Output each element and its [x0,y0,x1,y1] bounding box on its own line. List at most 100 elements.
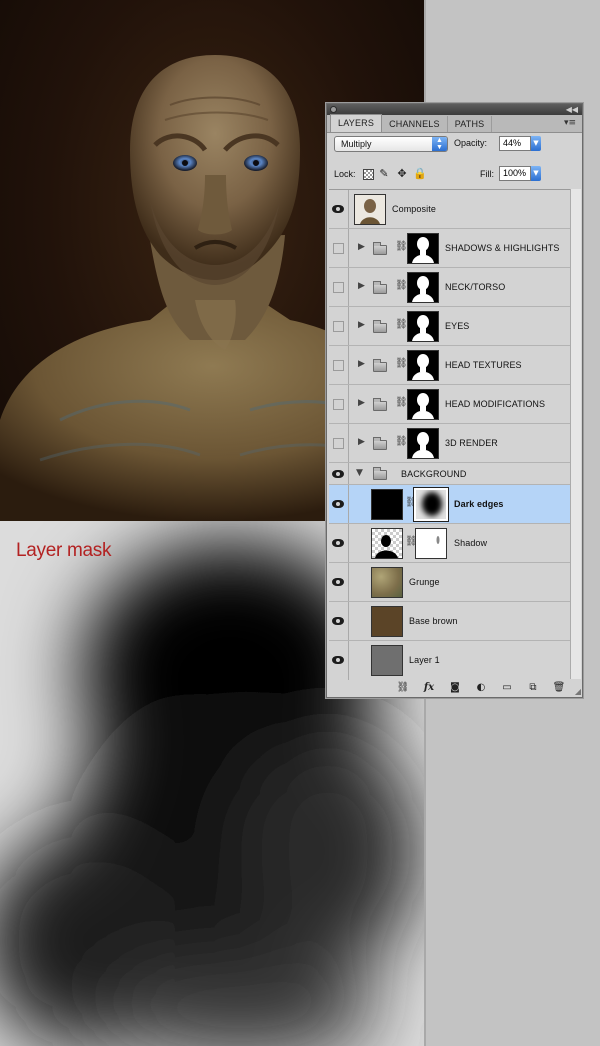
fill-dropdown-icon[interactable]: ▼ [531,166,541,181]
tab-layers[interactable]: LAYERS [330,114,383,132]
link-icon[interactable]: ⛓ [395,319,408,330]
layer-row-group-open[interactable]: ▼ BACKGROUND [329,463,570,485]
visibility-toggle[interactable] [333,360,344,371]
eye-icon[interactable] [332,470,344,478]
panel-collapse-icon[interactable]: ◀◀ [566,104,578,115]
layer-row-layer-1[interactable]: Layer 1 [329,641,570,680]
layer-thumbnail[interactable] [371,489,403,520]
layer-row-group[interactable]: ▶ ⛓ HEAD MODIFICATIONS [329,385,570,424]
eye-icon[interactable] [332,656,344,664]
adjustment-layer-icon[interactable]: ◐ [468,682,494,693]
expand-triangle-icon[interactable]: ▶ [358,242,365,252]
visibility-cell[interactable] [329,424,349,462]
layer-name: EYES [445,321,470,331]
layer-name: Grunge [409,577,440,587]
eye-icon[interactable] [332,205,344,213]
visibility-toggle[interactable] [333,243,344,254]
visibility-cell[interactable] [329,602,349,640]
lock-label: Lock: [334,169,356,179]
layer-row-composite[interactable]: Composite [329,190,570,229]
visibility-cell[interactable] [329,307,349,345]
new-layer-icon[interactable]: ⧉ [520,682,546,693]
layer-row-group[interactable]: ▶ ⛓ EYES [329,307,570,346]
panel-menu-icon[interactable]: ▾≡ [564,118,576,128]
layer-thumbnail[interactable] [371,567,403,598]
link-icon[interactable]: ⛓ [395,397,408,408]
visibility-toggle[interactable] [333,438,344,449]
visibility-cell[interactable] [329,190,349,228]
layer-row-base-brown[interactable]: Base brown [329,602,570,641]
visibility-cell[interactable] [329,485,349,523]
lock-move-icon[interactable]: ✥ [395,167,409,181]
mask-thumbnail[interactable] [407,233,439,264]
visibility-cell[interactable] [329,385,349,423]
layer-row-group[interactable]: ▶ ⛓ NECK/TORSO [329,268,570,307]
layer-row-grunge[interactable]: Grunge [329,563,570,602]
expand-triangle-icon[interactable]: ▶ [358,281,365,291]
visibility-cell[interactable] [329,524,349,562]
mask-thumbnail[interactable] [407,272,439,303]
layer-name: SHADOWS & HIGHLIGHTS [445,243,560,253]
layers-scrollbar[interactable] [570,189,581,679]
expand-triangle-icon[interactable]: ▶ [358,398,365,408]
link-icon[interactable]: ⛓ [395,436,408,447]
visibility-cell[interactable] [329,346,349,384]
collapse-triangle-icon[interactable]: ▼ [356,468,363,478]
mask-thumbnail[interactable] [413,487,449,522]
layer-row-group[interactable]: ▶ ⛓ 3D RENDER [329,424,570,463]
mask-thumbnail[interactable] [407,428,439,459]
eye-icon[interactable] [332,539,344,547]
panel-footer: ⛓ fx ◙ ◐ ▭ ⧉ 🗑 [329,680,580,695]
visibility-cell[interactable] [329,463,349,484]
layer-thumbnail[interactable] [371,606,403,637]
opacity-dropdown-icon[interactable]: ▼ [531,136,541,151]
visibility-cell[interactable] [329,268,349,306]
fill-field[interactable]: 100% [499,166,531,181]
visibility-toggle[interactable] [333,282,344,293]
blend-mode-select[interactable]: Multiply ▲ ▼ [334,136,448,152]
expand-triangle-icon[interactable]: ▶ [358,437,365,447]
eye-icon[interactable] [332,617,344,625]
link-layers-icon[interactable]: ⛓ [390,682,416,693]
link-icon[interactable]: ⛓ [395,280,408,291]
link-icon[interactable]: ⛓ [395,358,408,369]
layer-thumbnail[interactable] [371,528,403,559]
lock-row: Lock: ✎ ✥ 🔒 Fill: 100% ▼ [334,166,576,184]
lock-brush-icon[interactable]: ✎ [377,167,391,181]
layer-row-shadow[interactable]: ⛓ Shadow [329,524,570,563]
trash-icon[interactable]: 🗑 [546,682,572,693]
eye-icon[interactable] [332,500,344,508]
layer-thumbnail[interactable] [371,645,403,676]
mask-thumbnail[interactable] [407,389,439,420]
layer-thumbnail [354,194,386,225]
mask-thumbnail[interactable] [407,350,439,381]
visibility-cell[interactable] [329,563,349,601]
layer-row-group[interactable]: ▶ ⛓ SHADOWS & HIGHLIGHTS [329,229,570,268]
lock-all-icon[interactable]: 🔒 [413,167,427,181]
visibility-cell[interactable] [329,229,349,267]
resize-grip-icon[interactable]: ◢ [575,687,581,696]
panel-close-icon[interactable] [330,106,337,113]
lock-transparency-icon[interactable] [363,169,374,180]
new-group-icon[interactable]: ▭ [494,682,520,693]
mask-thumbnail[interactable] [415,528,447,559]
tab-channels[interactable]: CHANNELS [382,116,448,132]
opacity-field[interactable]: 44% [499,136,531,151]
visibility-cell[interactable] [329,641,349,680]
fx-icon[interactable]: fx [416,682,442,693]
add-mask-icon[interactable]: ◙ [442,682,468,693]
tab-paths[interactable]: PATHS [448,116,493,132]
mask-thumbnail[interactable] [407,311,439,342]
layer-name: Shadow [454,538,488,548]
folder-icon [373,398,387,411]
blend-row: Multiply ▲ ▼ Opacity: 44% ▼ [334,136,576,154]
layer-row-dark-edges[interactable]: ⛓ Dark edges [329,485,570,524]
expand-triangle-icon[interactable]: ▶ [358,320,365,330]
layer-row-group[interactable]: ▶ ⛓ HEAD TEXTURES [329,346,570,385]
eye-icon[interactable] [332,578,344,586]
visibility-toggle[interactable] [333,321,344,332]
link-icon[interactable]: ⛓ [395,241,408,252]
visibility-toggle[interactable] [333,399,344,410]
expand-triangle-icon[interactable]: ▶ [358,359,365,369]
blend-mode-value: Multiply [341,139,372,149]
